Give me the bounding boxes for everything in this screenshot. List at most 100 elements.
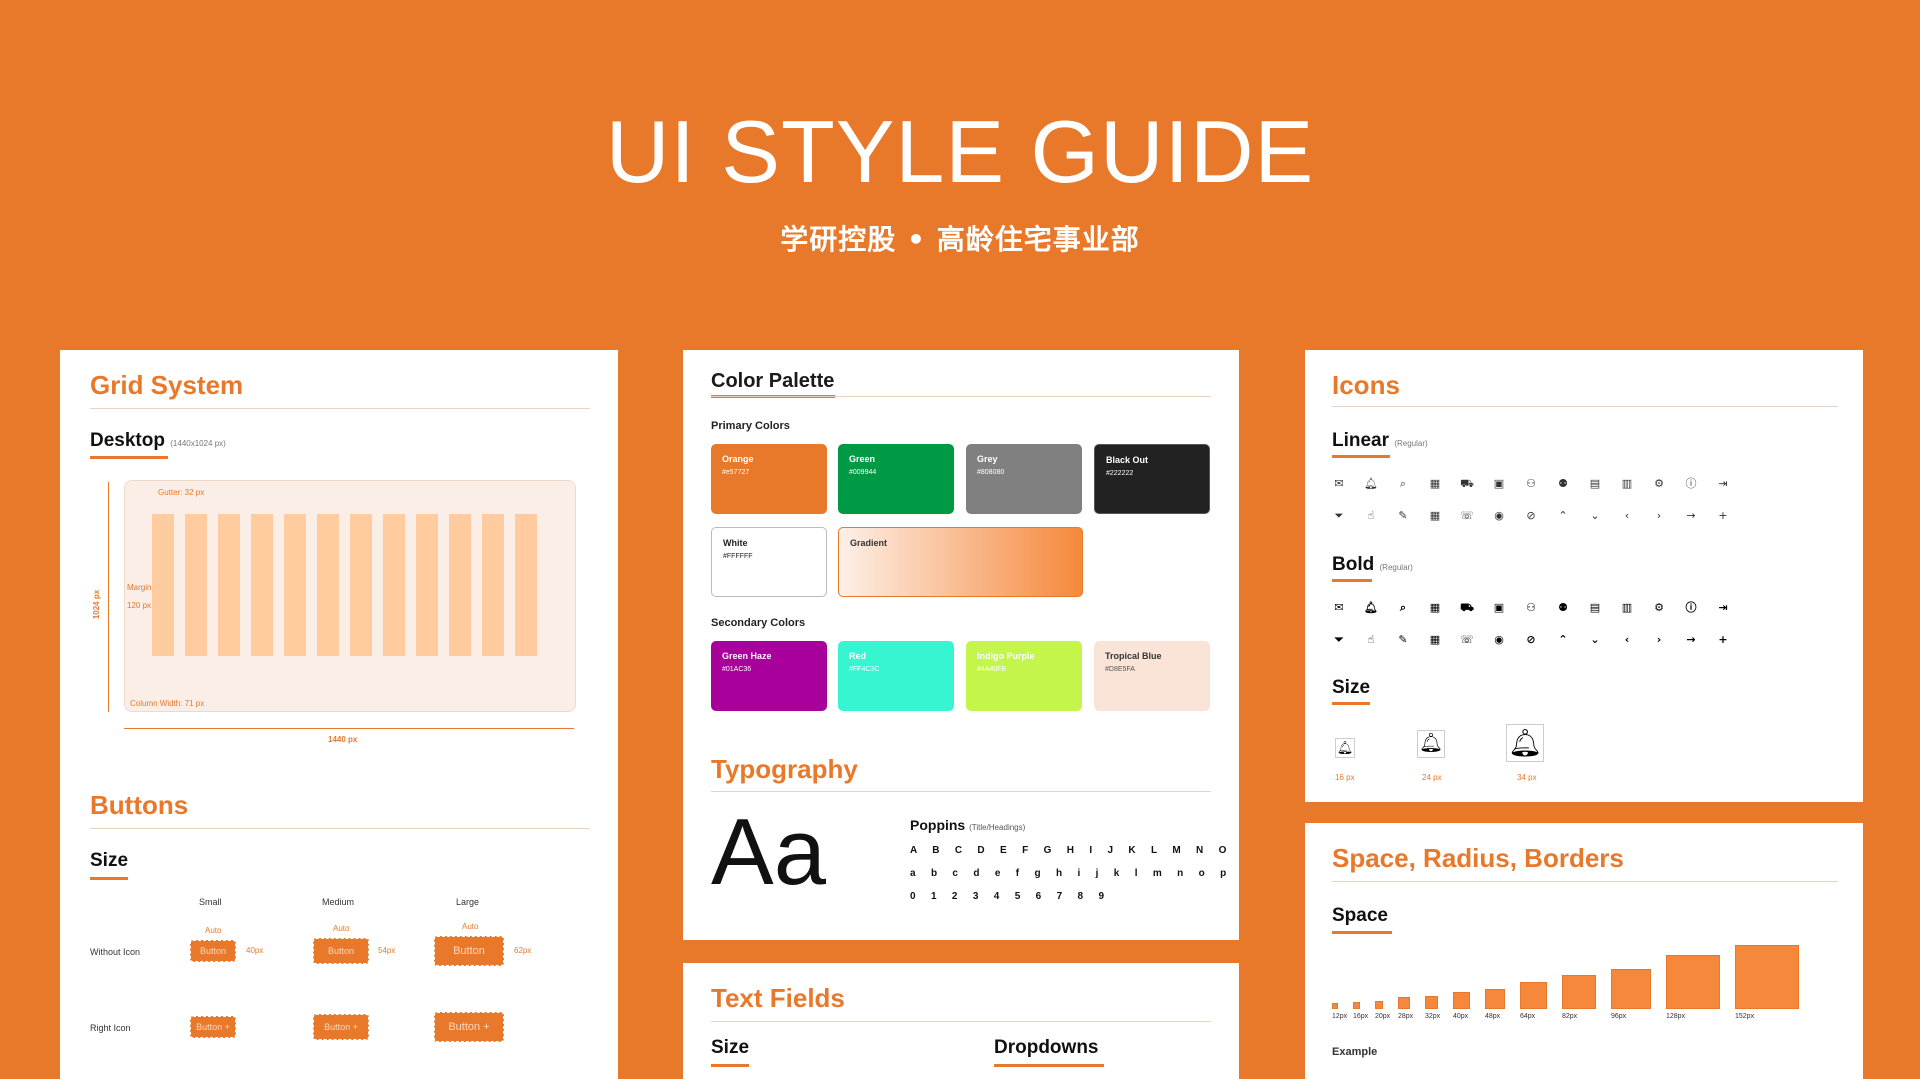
space-value-label: 96px [1611, 1013, 1627, 1020]
swatch-black[interactable]: Black Out #222222 [1094, 444, 1210, 514]
eye-icon: ◉ [1494, 633, 1504, 646]
swatch-green[interactable]: Green #009944 [838, 444, 954, 514]
space-value-label: 82px [1562, 1013, 1578, 1020]
arrow-right-icon: → [1686, 509, 1696, 522]
font-name: Poppins (Title/Headings) [910, 817, 1026, 833]
grid-column [185, 514, 207, 656]
grid-card: Grid System Desktop (1440x1024 px) Gutte… [60, 350, 618, 1079]
margin-label: Margin [127, 583, 152, 592]
width-label: 1440 px [328, 735, 358, 744]
chevron-down-icon: ⌄ [1590, 509, 1600, 522]
buttons-size-label: Size [90, 850, 129, 871]
grid-column [284, 514, 306, 656]
button-medium[interactable]: Button [313, 938, 369, 964]
mail-icon: ✉ [1334, 477, 1344, 490]
grid-column [515, 514, 537, 656]
swatch-name: Black Out [1106, 455, 1149, 465]
space-square [1735, 945, 1799, 1009]
swatch-name: Indigo Purple [977, 651, 1035, 661]
col-small: Small [199, 897, 222, 907]
swatch-orange[interactable]: Orange #e57727 [711, 444, 827, 514]
swatch-hex: #e57727 [722, 469, 750, 476]
color-title: Color Palette [711, 370, 835, 392]
height-small: 40px [246, 946, 264, 955]
space-square [1332, 1003, 1338, 1009]
phone-icon: ☏ [1460, 509, 1474, 522]
eye-off-icon: ⊘ [1526, 633, 1536, 646]
secondary-label: Secondary Colors [711, 617, 806, 629]
users-icon: ⚉ [1558, 601, 1568, 614]
swatch-green-haze[interactable]: Green Haze #01AC36 [711, 641, 827, 711]
swatch-hex: #FFFFFF [723, 553, 753, 560]
space-value-label: 64px [1520, 1013, 1536, 1020]
swatch-indigo[interactable]: Indigo Purple #4A40FB [966, 641, 1082, 711]
buttons-title: Buttons [90, 790, 189, 820]
gutter-label: Gutter: 32 px [158, 488, 205, 497]
plus-icon: + [224, 1022, 230, 1032]
chevron-down-icon: ⌄ [1590, 633, 1600, 646]
filter-icon: ⏷ [1334, 509, 1344, 522]
arrow-right-icon: → [1686, 633, 1696, 646]
user-icon: ⚇ [1526, 477, 1536, 490]
space-value-label: 12px [1332, 1013, 1348, 1020]
bell-icon: 🔔︎ [1364, 477, 1378, 490]
space-square [1398, 997, 1410, 1009]
swatch-white[interactable]: White #FFFFFF [711, 527, 827, 597]
chart-icon: ▥ [1621, 601, 1633, 614]
plus-icon: + [352, 1022, 358, 1032]
logout-icon: ⇥ [1718, 601, 1728, 614]
user-icon: ⚇ [1526, 601, 1536, 614]
textfields-title: Text Fields [711, 983, 845, 1013]
swatch-grey[interactable]: Grey #808080 [966, 444, 1082, 514]
space-value-label: 152px [1735, 1013, 1755, 1020]
search-icon: ⌕ [1399, 601, 1407, 614]
space-card: Space, Radius, Borders Space Example 12p… [1305, 823, 1863, 1079]
swatch-tropical[interactable]: Tropical Blue #D8E5FA [1094, 641, 1210, 711]
swatch-hex: #01AC36 [722, 666, 752, 673]
col-medium: Medium [322, 897, 355, 907]
bell-icon: 🔔︎ [1335, 738, 1355, 758]
plus-icon: + [1718, 509, 1728, 522]
space-value-label: 128px [1666, 1013, 1686, 1020]
bell-icon: 🔔︎ [1506, 724, 1544, 762]
button-large[interactable]: Button [434, 936, 504, 966]
uppercase-glyphs: A B C D E F G H I J K L M N O P Q R S T … [910, 845, 1239, 856]
settings-icon: ⚙ [1654, 477, 1664, 490]
space-square [1425, 996, 1438, 1009]
icon-size-34: 34 px [1517, 773, 1537, 782]
swatch-red[interactable]: Red #FF4C3C [838, 641, 954, 711]
auto-label: Auto [333, 924, 350, 933]
space-value-label: 32px [1425, 1013, 1441, 1020]
button-small-icon[interactable]: Button + [190, 1016, 236, 1038]
like-icon: ☝ [1367, 633, 1375, 646]
swatch-name: Orange [722, 454, 754, 464]
grid-column [152, 514, 174, 656]
swatch-hex: #808080 [977, 469, 1005, 476]
button-large-icon[interactable]: Button + [434, 1012, 504, 1042]
mail-icon: ✉ [1334, 601, 1344, 614]
bold-label: Bold (Regular) [1332, 554, 1413, 575]
margin-value: 120 px [127, 601, 152, 610]
wallet-icon: ▤ [1589, 601, 1601, 614]
example-label: Example [1332, 1046, 1378, 1058]
swatch-hex: #4A40FB [977, 666, 1007, 673]
space-value-label: 28px [1398, 1013, 1414, 1020]
plus-icon: + [1718, 633, 1728, 646]
space-square [1562, 975, 1596, 1009]
space-label: Space [1332, 905, 1388, 926]
button-small[interactable]: Button [190, 940, 236, 962]
button-medium-icon[interactable]: Button + [313, 1014, 369, 1040]
phone-icon: ☏ [1460, 633, 1474, 646]
swatch-gradient[interactable]: Gradient [838, 527, 1083, 597]
chevron-right-icon: › [1656, 633, 1662, 646]
lowercase-glyphs: a b c d e f g h i j k l m n o p q r s t … [910, 868, 1239, 879]
page-title: UI STYLE GUIDE [605, 102, 1315, 201]
settings-icon: ⚙ [1654, 601, 1664, 614]
ticket-icon: ▣ [1493, 477, 1505, 490]
typography-title: Typography [711, 754, 858, 784]
space-square [1520, 982, 1547, 1009]
cart-icon: ⛟ [1460, 601, 1474, 614]
space-square [1453, 992, 1470, 1009]
grid-column [218, 514, 240, 656]
cart-icon: ⛟ [1460, 477, 1474, 490]
